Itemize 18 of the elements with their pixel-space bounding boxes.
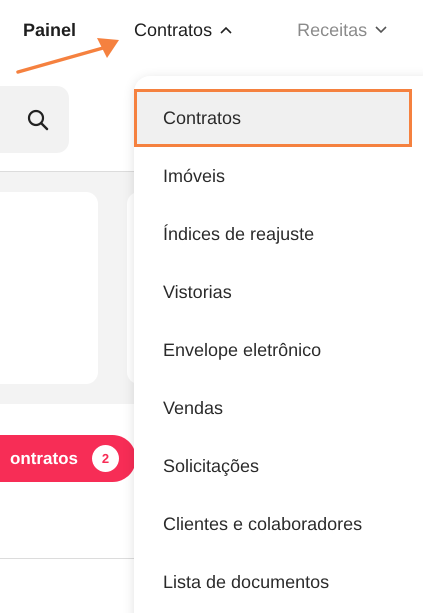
menu-item[interactable]: Solicitações [134,437,412,495]
contracts-pill[interactable]: ontratos 2 [0,435,136,482]
search-icon [26,108,50,132]
pill-label: ontratos [10,448,78,470]
count-badge: 2 [92,445,119,472]
menu-item[interactable]: Vistorias [134,263,412,321]
menu-item[interactable]: Contratos [134,89,412,147]
menu-item[interactable]: Envelope eletrônico [134,321,412,379]
nav-tab[interactable]: Painel [23,16,76,44]
menu-item[interactable]: Lista de documentos [134,553,412,611]
chevron-down-icon [375,26,388,34]
nav-tab[interactable]: Contratos [134,16,232,44]
menu-item[interactable]: Índices de reajuste [134,205,412,263]
search-field[interactable] [0,86,69,153]
menu-item[interactable]: Imóveis [134,147,412,205]
menu-item[interactable]: Vendas [134,379,412,437]
chevron-up-icon [220,26,232,34]
menu-item[interactable]: Clientes e colaboradores [134,495,412,553]
